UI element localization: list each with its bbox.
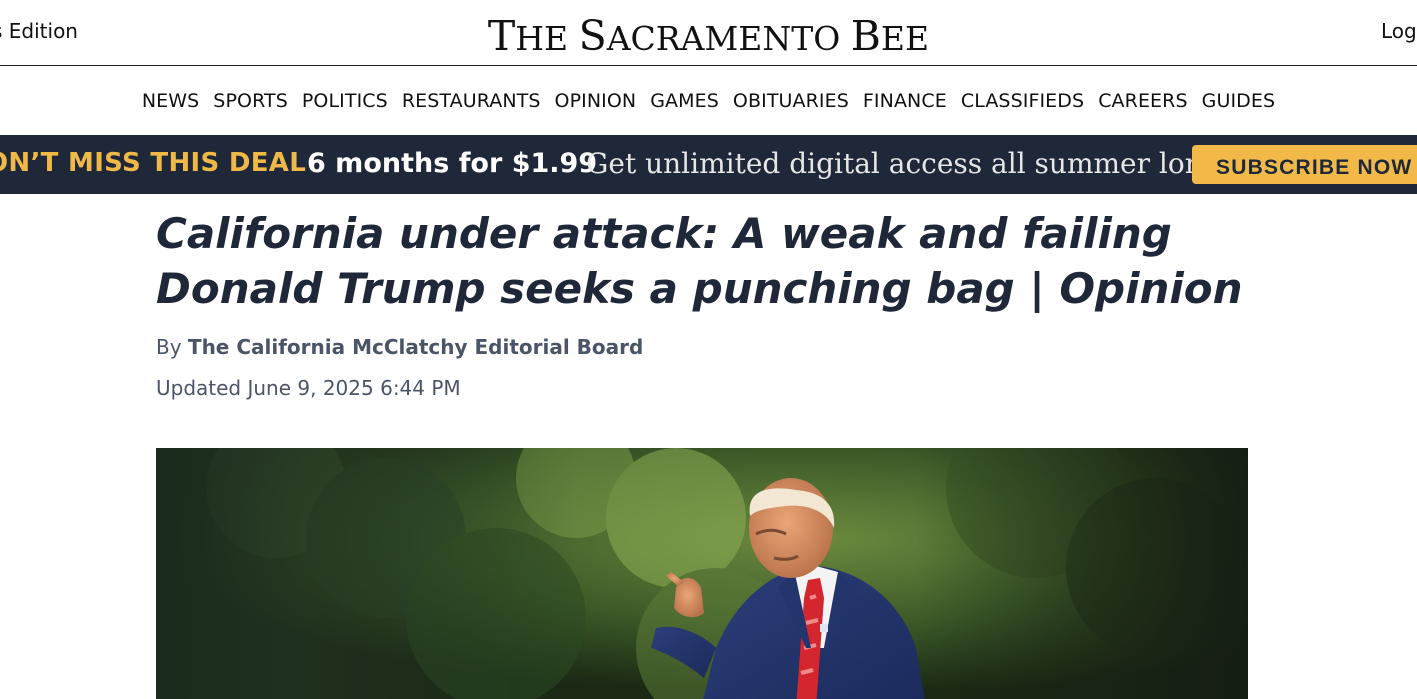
nav-item-opinion[interactable]: OPINION: [548, 90, 644, 112]
login-link[interactable]: Log: [1381, 19, 1417, 43]
nav-item-news[interactable]: NEWS: [135, 90, 206, 112]
subscribe-now-button[interactable]: SUBSCRIBE NOW: [1192, 145, 1417, 184]
author-link[interactable]: The California McClatchy Editorial Board: [188, 335, 643, 359]
promo-price: 6 months for $1.99: [307, 148, 598, 179]
masthead-letter: T: [487, 12, 516, 60]
nav-item-classifieds[interactable]: CLASSIFIEDS: [954, 90, 1091, 112]
article-timestamp: Updated June 9, 2025 6:44 PM: [156, 376, 461, 400]
nav-item-careers[interactable]: CAREERS: [1091, 90, 1194, 112]
masthead-letters: HE: [515, 19, 579, 58]
subscription-promo-banner[interactable]: ON’T MISS THIS DEAL 6 months for $1.99 G…: [0, 135, 1417, 194]
masthead-letters: ACRAMENTO: [606, 19, 851, 58]
nav-item-restaurants[interactable]: RESTAURANTS: [395, 90, 548, 112]
masthead-logo[interactable]: THE SACRAMENTO BEE: [0, 12, 1417, 60]
nav-item-finance[interactable]: FINANCE: [856, 90, 954, 112]
nav-item-guides[interactable]: GUIDES: [1195, 90, 1283, 112]
masthead-letter: S: [578, 12, 607, 60]
nav-item-sports[interactable]: SPORTS: [206, 90, 295, 112]
masthead-letters: EE: [880, 19, 930, 58]
nav-item-obituaries[interactable]: OBITUARIES: [726, 90, 856, 112]
nav-item-games[interactable]: GAMES: [643, 90, 726, 112]
promo-deal-label: ON’T MISS THIS DEAL: [0, 148, 307, 178]
man-in-suit-pointing-photo: [156, 448, 1248, 699]
promo-tagline: Get unlimited digital access all summer …: [586, 147, 1230, 180]
article-byline: By The California McClatchy Editorial Bo…: [156, 335, 643, 359]
byline-prefix: By: [156, 335, 182, 359]
nav-item-politics[interactable]: POLITICS: [295, 90, 395, 112]
top-header: s Edition THE SACRAMENTO BEE Log: [0, 0, 1417, 66]
article-lead-photo[interactable]: [156, 448, 1248, 699]
masthead-letter: B: [850, 12, 881, 60]
main-nav: NEWS SPORTS POLITICS RESTAURANTS OPINION…: [0, 67, 1417, 135]
article-headline: California under attack: A weak and fail…: [156, 209, 1243, 313]
